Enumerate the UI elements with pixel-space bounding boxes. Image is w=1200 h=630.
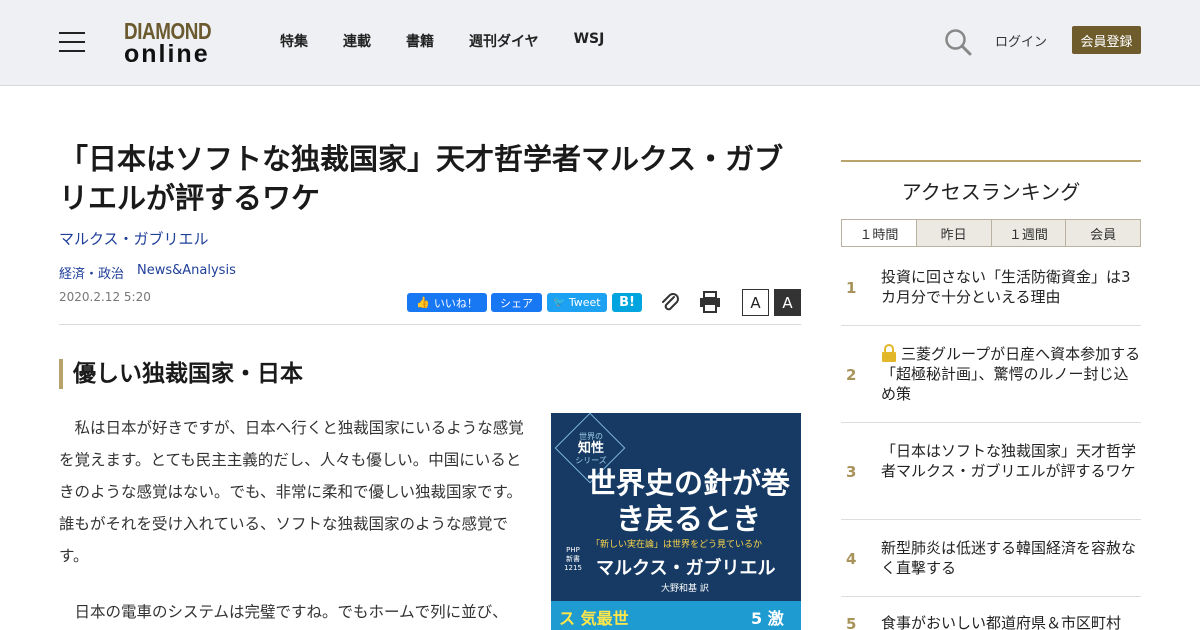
search-icon[interactable] (944, 28, 972, 56)
tab-1hour[interactable]: １時間 (842, 220, 917, 246)
nav-item-features[interactable]: 特集 (280, 31, 308, 51)
register-button[interactable]: 会員登録 (1072, 26, 1141, 54)
clip-icon[interactable] (658, 290, 682, 314)
author-link[interactable]: マルクス・ガブリエル (59, 228, 209, 249)
print-icon[interactable] (698, 290, 722, 314)
tweet-label: Tweet (568, 296, 601, 309)
rank-text: 新型肺炎は低迷する韓国経済を容赦なく直撃する (881, 539, 1137, 577)
book-publisher: PHP新書1215 (564, 546, 582, 572)
facebook-like-button[interactable]: 👍 いいね！ (407, 293, 487, 312)
ranking-top-border (841, 160, 1141, 162)
series-big: 知性 (577, 441, 604, 456)
article-tags: 経済・政治 News&Analysis (59, 263, 249, 282)
site-logo[interactable]: DIAMOND online (124, 19, 228, 67)
publish-date: 2020.2.12 5:20 (59, 290, 151, 304)
rank-number: 2 (846, 366, 857, 384)
book-band-right: 5 激 (751, 609, 784, 628)
article-paragraph: 日本の電車のシステムは完璧ですね。でもホームで列に並び、 (74, 603, 508, 621)
logo-bottom: online (124, 40, 210, 68)
ranking-item[interactable]: 4 新型肺炎は低迷する韓国経済を容赦なく直撃する (841, 520, 1141, 597)
nav-item-series[interactable]: 連載 (343, 31, 371, 51)
tweet-button[interactable]: 🐦 Tweet (547, 293, 607, 312)
main-nav: 特集 連載 書籍 週刊ダイヤ WSJ (280, 31, 639, 51)
menu-icon[interactable] (59, 32, 85, 52)
facebook-share-button[interactable]: シェア (491, 293, 542, 312)
book-subtitle: 「新しい実在論」は世界をどう見ているか (591, 540, 763, 550)
article-paragraph: 私は日本が好きですが、日本へ行くと独裁国家にいるような感覚を覚えます。とても民主… (59, 419, 524, 565)
login-link[interactable]: ログイン (995, 31, 1047, 50)
ranking-tabs: １時間 昨日 １週間 会員 (841, 219, 1141, 247)
nav-item-books[interactable]: 書籍 (406, 31, 434, 51)
like-label: いいね！ (433, 296, 478, 310)
nav-item-weekly[interactable]: 週刊ダイヤ (469, 31, 539, 51)
rank-number: 3 (846, 463, 857, 481)
rank-number: 5 (846, 615, 857, 630)
twitter-icon: 🐦 (553, 297, 566, 308)
tag-politics[interactable]: 経済・政治 (59, 263, 124, 282)
rank-text: 三菱グループが日産へ資本参加する「超極秘計画」、驚愕のルノー封じ込め策 (881, 345, 1141, 403)
tag-news[interactable]: News&Analysis (137, 263, 236, 282)
rank-text: 「日本はソフトな独裁国家」天才哲学者マルクス・ガブリエルが評するワケ (881, 442, 1137, 480)
ranking-item[interactable]: 2 三菱グループが日産へ資本参加する「超極秘計画」、驚愕のルノー封じ込め策 (841, 326, 1141, 423)
article-title: 「日本はソフトな独裁国家」天才哲学者マルクス・ガブリエルが評するワケ (59, 142, 784, 215)
ranking-title: アクセスランキング (901, 180, 1081, 204)
font-size-small-button[interactable]: A (742, 289, 769, 316)
book-band-text: ス 気最世 (559, 609, 629, 628)
ranking-item[interactable]: 1 投資に回さない「生活防衛資金」は3カ月分で十分といえる理由 (841, 247, 1141, 326)
book-translator: 大野和基 訳 (661, 584, 709, 594)
series-tail: シリーズ (575, 456, 607, 465)
ranking-item[interactable]: 3 「日本はソフトな独裁国家」天才哲学者マルクス・ガブリエルが評するワケ (841, 423, 1141, 520)
section-heading: 優しい独裁国家・日本 (59, 359, 303, 389)
tab-1week[interactable]: １週間 (991, 220, 1067, 246)
rank-text: 食事がおいしい都道府県＆市区町村 (881, 614, 1122, 630)
font-size-large-button[interactable]: A (774, 289, 801, 316)
divider (59, 324, 801, 325)
rank-text: 投資に回さない「生活防衛資金」は3カ月分で十分といえる理由 (881, 268, 1131, 306)
book-author: マルクス・ガブリエル (596, 558, 776, 579)
book-cover-image[interactable]: 世界の 知性 シリーズ 世界史の針が巻き戻るとき 「新しい実在論」は世界をどう見… (551, 413, 801, 630)
rank-number: 4 (846, 550, 857, 568)
book-title: 世界史の針が巻き戻るとき (586, 466, 790, 536)
rank-number: 1 (846, 279, 857, 297)
thumb-icon: 👍 (416, 296, 430, 309)
nav-item-wsj[interactable]: WSJ (574, 31, 605, 51)
hatena-bookmark-button[interactable]: B! (612, 293, 642, 312)
lock-icon (882, 344, 896, 362)
ranking-item[interactable]: 5 食事がおいしい都道府県＆市区町村 (841, 597, 1141, 630)
tab-yesterday[interactable]: 昨日 (916, 220, 992, 246)
series-small: 世界の (579, 432, 603, 441)
logo-top: DIAMOND (124, 18, 212, 44)
tab-members[interactable]: 会員 (1066, 220, 1140, 246)
site-header: DIAMOND online 特集 連載 書籍 週刊ダイヤ WSJ ログイン 会… (0, 0, 1200, 86)
